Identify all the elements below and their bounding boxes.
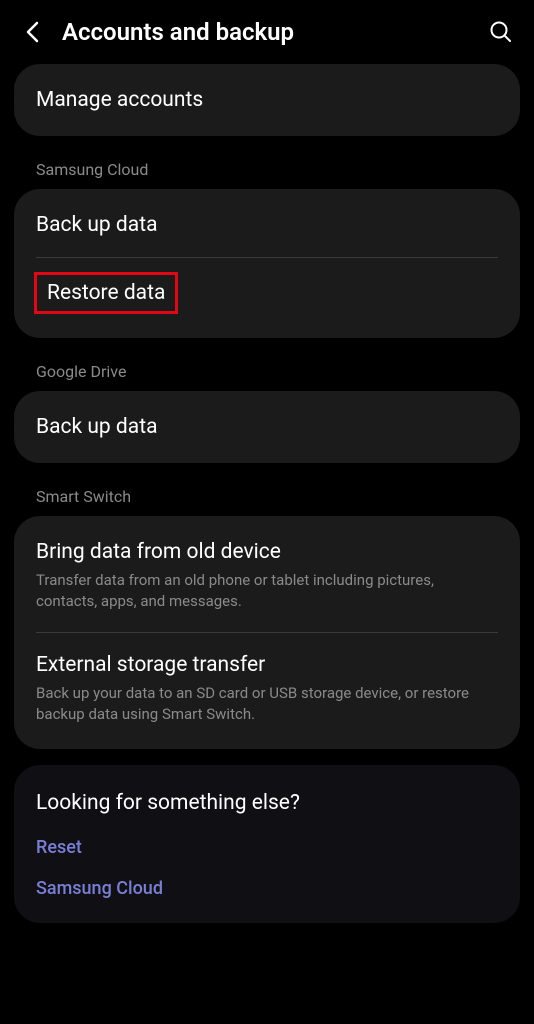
smart-switch-label: Smart Switch (14, 479, 520, 516)
backup-data-label: Back up data (36, 213, 498, 237)
samsung-cloud-label: Samsung Cloud (14, 152, 520, 189)
bring-data-item[interactable]: Bring data from old device Transfer data… (14, 520, 520, 632)
samsung-cloud-link[interactable]: Samsung Cloud (14, 868, 520, 909)
external-storage-sub: Back up your data to an SD card or USB s… (36, 683, 498, 725)
backup-data-item[interactable]: Back up data (14, 193, 520, 257)
external-storage-title: External storage transfer (36, 653, 498, 677)
google-backup-item[interactable]: Back up data (14, 395, 520, 459)
footer-card: Looking for something else? Reset Samsun… (14, 765, 520, 923)
samsung-cloud-card: Back up data Restore data (14, 189, 520, 338)
google-drive-label: Google Drive (14, 354, 520, 391)
restore-data-label: Restore data (47, 281, 165, 305)
search-icon[interactable] (488, 19, 514, 45)
content: Manage accounts Samsung Cloud Back up da… (0, 64, 534, 923)
back-icon[interactable] (20, 20, 44, 44)
manage-accounts-card: Manage accounts (14, 64, 520, 136)
manage-accounts-item[interactable]: Manage accounts (14, 68, 520, 132)
google-backup-label: Back up data (36, 415, 498, 439)
reset-link[interactable]: Reset (14, 827, 520, 868)
highlight-box: Restore data (34, 272, 178, 314)
page-title: Accounts and backup (62, 18, 470, 46)
smart-switch-card: Bring data from old device Transfer data… (14, 516, 520, 749)
manage-accounts-label: Manage accounts (36, 88, 498, 112)
bring-data-title: Bring data from old device (36, 540, 498, 564)
google-drive-card: Back up data (14, 391, 520, 463)
bring-data-sub: Transfer data from an old phone or table… (36, 570, 498, 612)
footer-title: Looking for something else? (36, 791, 498, 815)
header: Accounts and backup (0, 0, 534, 64)
footer-title-item: Looking for something else? (14, 773, 520, 827)
external-storage-item[interactable]: External storage transfer Back up your d… (14, 633, 520, 745)
restore-data-item[interactable]: Restore data (14, 258, 520, 334)
